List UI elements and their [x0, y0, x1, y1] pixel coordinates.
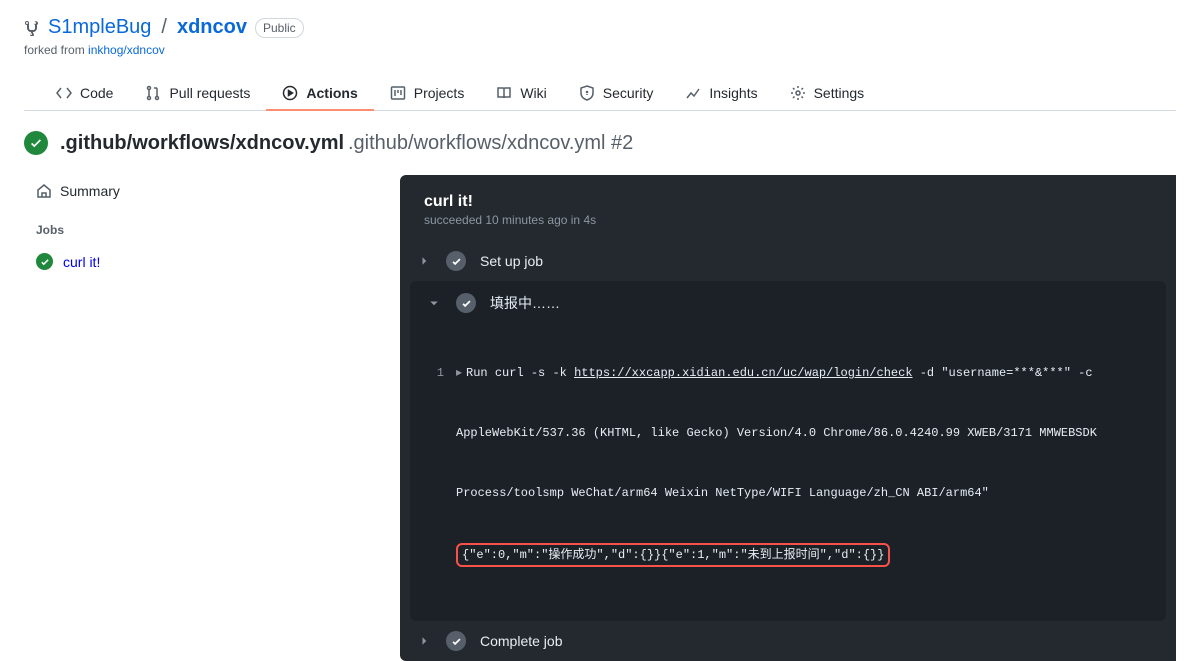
chevron-right-icon: [418, 255, 432, 267]
code-icon: [56, 85, 72, 101]
job-header: curl it! succeeded 10 minutes ago in 4s: [400, 175, 1176, 241]
step-main[interactable]: 填报中……: [410, 281, 1166, 323]
status-success-icon: [36, 253, 53, 270]
repo-nav: Code Pull requests Actions Projects Wiki…: [24, 77, 1176, 111]
tab-actions[interactable]: Actions: [266, 77, 373, 111]
path-slash: /: [161, 16, 167, 39]
tab-code[interactable]: Code: [40, 77, 129, 111]
status-success-icon: [24, 131, 48, 155]
fork-icon: [24, 20, 40, 36]
expand-triangle-icon[interactable]: ▸: [456, 363, 462, 383]
owner-link[interactable]: S1mpleBug: [48, 16, 151, 39]
step-log: 1 ▸Run curl -s -k https://xxcapp.xidian.…: [410, 323, 1166, 607]
step-main-expanded: 填报中…… 1 ▸Run curl -s -k https://xxcapp.x…: [410, 281, 1166, 621]
log-line: Process/toolsmp WeChat/arm64 Weixin NetT…: [428, 483, 1148, 503]
log-text: AppleWebKit/537.36 (KHTML, like Gecko) V…: [456, 423, 1148, 443]
play-icon: [282, 85, 298, 101]
tab-wiki[interactable]: Wiki: [480, 77, 562, 111]
project-icon: [390, 85, 406, 101]
fork-source-link[interactable]: inkhog/xdncov: [88, 43, 165, 57]
tab-insights[interactable]: Insights: [669, 77, 773, 111]
step-label: Set up job: [480, 253, 543, 269]
log-line: {"e":0,"m":"操作成功","d":{}}{"e":1,"m":"未到上…: [428, 543, 1148, 567]
log-text: ▸Run curl -s -k https://xxcapp.xidian.ed…: [456, 363, 1148, 383]
status-success-icon: [456, 293, 476, 313]
log-text: Process/toolsmp WeChat/arm64 Weixin NetT…: [456, 483, 1148, 503]
chevron-down-icon: [428, 297, 442, 309]
step-complete[interactable]: Complete job: [400, 621, 1176, 661]
log-line: 1 ▸Run curl -s -k https://xxcapp.xidian.…: [428, 363, 1148, 383]
sidebar-jobs-heading: Jobs: [24, 207, 384, 245]
gear-icon: [790, 85, 806, 101]
home-icon: [36, 183, 52, 199]
chevron-right-icon: [418, 635, 432, 647]
repo-header: S1mpleBug / xdncov Public forked from in…: [0, 0, 1200, 111]
tab-projects[interactable]: Projects: [374, 77, 481, 111]
job-panel: curl it! succeeded 10 minutes ago in 4s …: [400, 175, 1176, 661]
highlight-box: {"e":0,"m":"操作成功","d":{}}{"e":1,"m":"未到上…: [456, 543, 890, 567]
sidebar-job-curl[interactable]: curl it!: [24, 245, 384, 278]
tab-pulls[interactable]: Pull requests: [129, 77, 266, 111]
tab-settings[interactable]: Settings: [774, 77, 881, 111]
pull-request-icon: [145, 85, 161, 101]
shield-icon: [579, 85, 595, 101]
workflow-run-title: .github/workflows/xdncov.yml .github/wor…: [0, 111, 1200, 175]
log-line: AppleWebKit/537.36 (KHTML, like Gecko) V…: [428, 423, 1148, 443]
log-lineno: [428, 483, 456, 503]
repo-title: S1mpleBug / xdncov Public: [24, 16, 1176, 39]
book-icon: [496, 85, 512, 101]
graph-icon: [685, 85, 701, 101]
sidebar-summary[interactable]: Summary: [24, 175, 384, 207]
visibility-badge: Public: [255, 18, 304, 38]
step-label: 填报中……: [490, 293, 560, 313]
job-steps: Set up job 填报中…… 1 ▸Run curl -s -k https…: [400, 241, 1176, 661]
job-status-line: succeeded 10 minutes ago in 4s: [424, 213, 1152, 227]
status-success-icon: [446, 251, 466, 271]
log-lineno: [428, 423, 456, 443]
step-label: Complete job: [480, 633, 563, 649]
tab-security[interactable]: Security: [563, 77, 670, 111]
repo-link[interactable]: xdncov: [177, 16, 247, 39]
step-setup[interactable]: Set up job: [400, 241, 1176, 281]
log-text: {"e":0,"m":"操作成功","d":{}}{"e":1,"m":"未到上…: [456, 543, 1148, 567]
workflow-run-subtitle: .github/workflows/xdncov.yml #2: [348, 132, 633, 154]
log-lineno: 1: [428, 363, 456, 383]
sidebar-job-label: curl it!: [63, 254, 100, 270]
log-lineno: [428, 543, 456, 567]
status-success-icon: [446, 631, 466, 651]
sidebar-summary-label: Summary: [60, 183, 120, 199]
main-area: Summary Jobs curl it! curl it! succeeded…: [0, 175, 1200, 661]
log-url[interactable]: https://xxcapp.xidian.edu.cn/uc/wap/logi…: [574, 366, 912, 380]
sidebar: Summary Jobs curl it!: [24, 175, 384, 661]
fork-info: forked from inkhog/xdncov: [24, 43, 1176, 57]
job-title: curl it!: [424, 193, 1152, 211]
workflow-file: .github/workflows/xdncov.yml: [60, 132, 344, 154]
